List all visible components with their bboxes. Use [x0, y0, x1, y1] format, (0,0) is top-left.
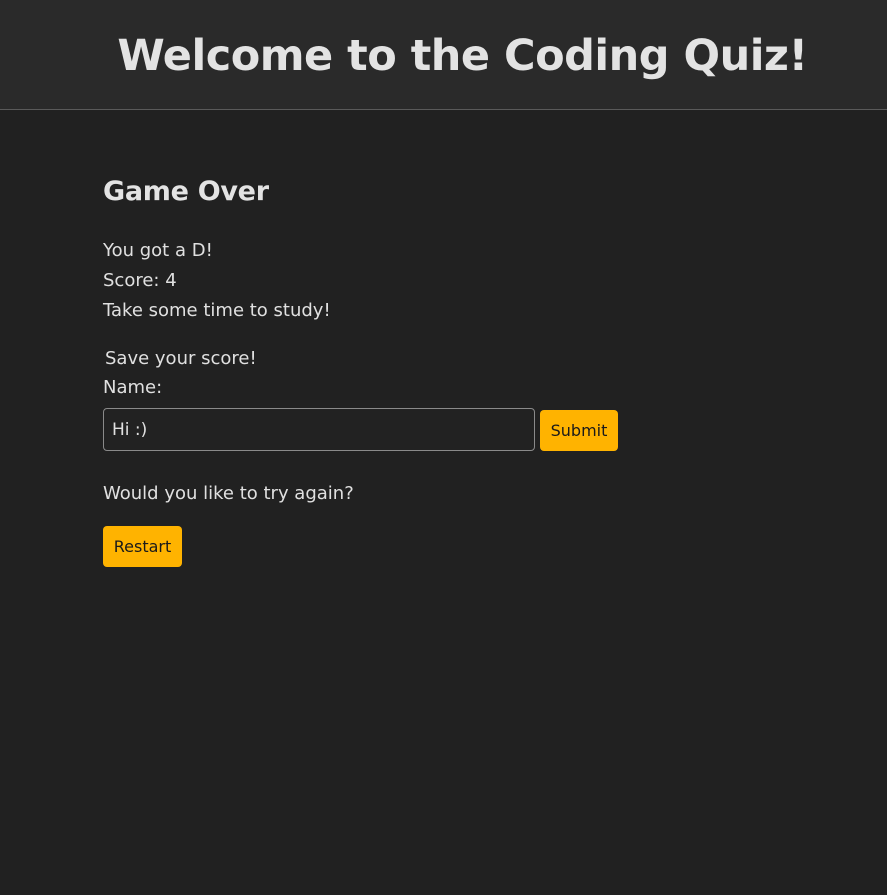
game-over-heading: Game Over [103, 176, 269, 207]
save-score-prompt: Save your score! [105, 348, 257, 369]
name-input[interactable] [103, 408, 535, 451]
page-title: Welcome to the Coding Quiz! [117, 31, 808, 81]
score-text: Score: 4 [103, 270, 177, 291]
name-label: Name: [103, 377, 163, 398]
advice-text: Take some time to study! [103, 300, 331, 321]
grade-text: You got a D! [103, 240, 213, 261]
restart-button[interactable]: Restart [103, 526, 182, 567]
submit-button[interactable]: Submit [540, 410, 618, 451]
page-header: Welcome to the Coding Quiz! [0, 0, 887, 110]
try-again-question: Would you like to try again? [103, 483, 354, 504]
